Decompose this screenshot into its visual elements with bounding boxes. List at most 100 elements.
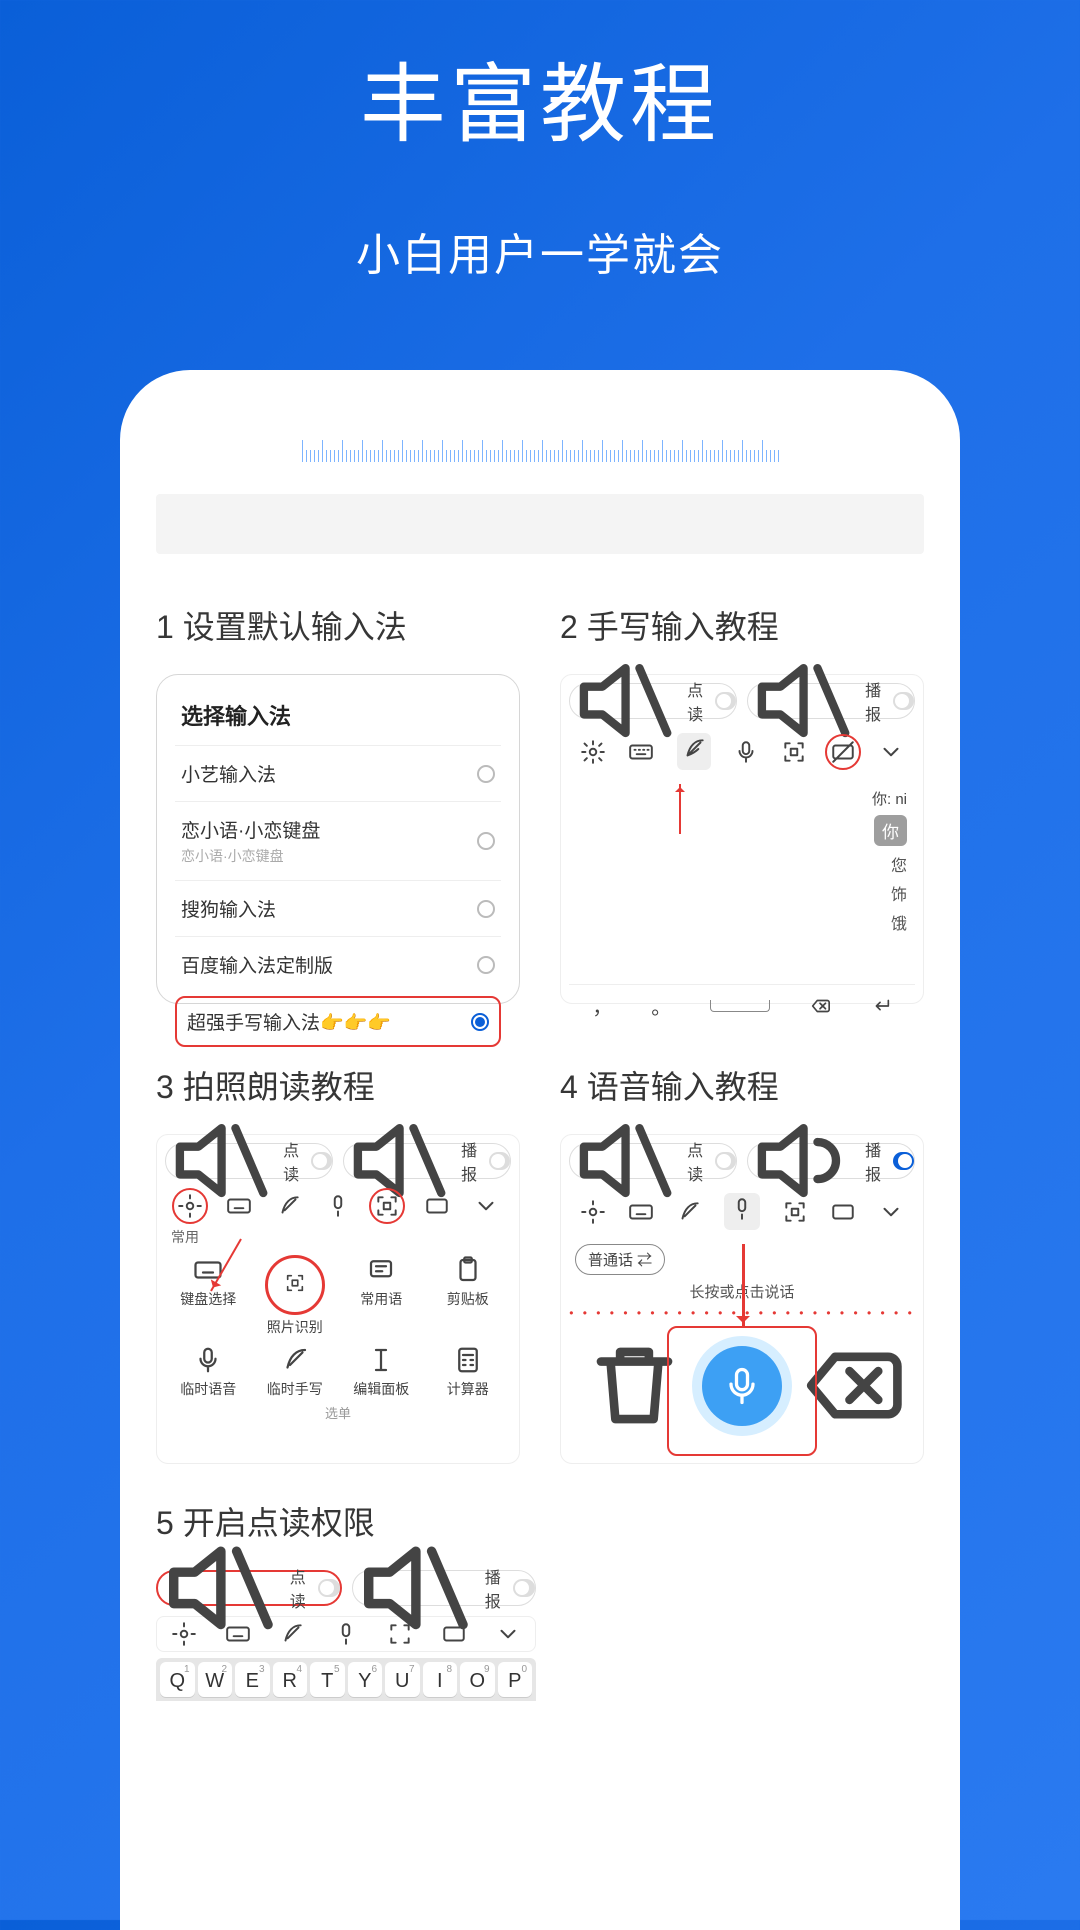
key-t[interactable]: 5T xyxy=(310,1662,345,1697)
switch-icon xyxy=(715,1152,736,1170)
tool-temp-handwrite[interactable]: 临时手写 xyxy=(254,1345,337,1399)
switch-icon xyxy=(715,692,736,710)
feather-icon[interactable] xyxy=(676,1199,702,1225)
toggle-label: 播报 xyxy=(865,677,886,725)
tile-2-title: 2 手写输入教程 xyxy=(560,602,924,648)
candidate[interactable]: 饿 xyxy=(872,910,907,934)
mic-icon xyxy=(193,1345,223,1375)
page-title: 丰富教程 xyxy=(0,0,1080,159)
mic-icon[interactable] xyxy=(333,1621,359,1647)
toggle-label: 点读 xyxy=(283,1137,304,1185)
ime-option[interactable]: 搜狗输入法 xyxy=(175,880,501,936)
chevron-down-icon[interactable] xyxy=(878,1199,904,1225)
scan-icon xyxy=(284,1272,306,1294)
read-toggle-highlighted[interactable]: 点读 xyxy=(156,1570,342,1606)
keyboard-icon[interactable] xyxy=(225,1621,251,1647)
candidate-list: 你: ni 你 您 饰 饿 xyxy=(872,788,907,939)
broadcast-toggle[interactable]: 播报 xyxy=(747,1143,915,1179)
feather-icon[interactable] xyxy=(279,1621,305,1647)
keyboard-icon[interactable] xyxy=(628,739,654,765)
ime-option[interactable]: 恋小语·小恋键盘恋小语·小恋键盘 xyxy=(175,801,501,880)
candidate[interactable]: 您 xyxy=(872,852,907,876)
tutorial-tile-2: 2 手写输入教程 点读 播报 xyxy=(560,574,924,1004)
chevron-down-icon[interactable] xyxy=(495,1621,521,1647)
punct-key[interactable]: 。 xyxy=(651,991,671,1020)
placeholder-bar xyxy=(156,494,924,554)
key-q[interactable]: 1Q xyxy=(160,1662,195,1697)
key-o[interactable]: 9O xyxy=(460,1662,495,1697)
gear-icon[interactable] xyxy=(580,739,606,765)
calculator-icon xyxy=(453,1345,483,1375)
ime-option[interactable]: 百度输入法定制版 xyxy=(175,936,501,992)
cursor-icon xyxy=(366,1345,396,1375)
ime-option-label: 小艺输入法 xyxy=(181,760,276,787)
tool-clipboard[interactable]: 剪贴板 xyxy=(427,1255,510,1337)
read-toggle[interactable]: 点读 xyxy=(569,1143,737,1179)
switch-icon xyxy=(318,1579,340,1597)
keyboard-icon[interactable] xyxy=(226,1193,252,1219)
tool-calculator[interactable]: 计算器 xyxy=(427,1345,510,1399)
radio-icon-selected xyxy=(471,1013,489,1031)
mic-icon[interactable] xyxy=(729,1196,755,1222)
collapse-icon[interactable] xyxy=(441,1621,467,1647)
scan-icon[interactable] xyxy=(782,1199,808,1225)
key-r[interactable]: 4R xyxy=(273,1662,308,1697)
key-u[interactable]: 7U xyxy=(385,1662,420,1697)
tutorial-tile-1: 1 设置默认输入法 选择输入法 小艺输入法 恋小语·小恋键盘恋小语·小恋键盘 搜… xyxy=(156,574,520,1004)
switch-icon xyxy=(311,1152,332,1170)
gear-icon[interactable] xyxy=(580,1199,606,1225)
enter-icon[interactable] xyxy=(870,995,892,1017)
feather-icon[interactable] xyxy=(276,1193,302,1219)
tool-photo-ocr[interactable]: 照片识别 xyxy=(254,1255,337,1337)
feather-icon[interactable] xyxy=(681,736,707,762)
toggle-label: 播报 xyxy=(865,1137,886,1185)
ime-option-label: 搜狗输入法 xyxy=(181,895,276,922)
scan-icon[interactable] xyxy=(387,1621,413,1647)
radio-icon xyxy=(477,956,495,974)
tutorial-tile-3: 3 拍照朗读教程 点读 播报 xyxy=(156,1034,520,1464)
key-y[interactable]: 6Y xyxy=(348,1662,383,1697)
punct-key[interactable]: ， xyxy=(592,991,612,1020)
mic-icon[interactable] xyxy=(325,1193,351,1219)
waveform-decoration xyxy=(150,420,930,480)
toggle-label: 播报 xyxy=(485,1564,507,1612)
candidate[interactable]: 饰 xyxy=(872,881,907,905)
more-label: 选单 xyxy=(165,1403,511,1422)
qwerty-row: 1Q2W3E4R5T6Y7U8I9O0P xyxy=(156,1658,536,1701)
scan-icon[interactable] xyxy=(781,739,807,765)
broadcast-toggle[interactable]: 播报 xyxy=(352,1570,536,1606)
language-chip[interactable]: 普通话 ⇄ xyxy=(575,1244,665,1275)
tool-edit-panel[interactable]: 编辑面板 xyxy=(340,1345,423,1399)
key-p[interactable]: 0P xyxy=(498,1662,533,1697)
key-w[interactable]: 2W xyxy=(198,1662,233,1697)
scan-icon[interactable] xyxy=(374,1193,400,1219)
key-e[interactable]: 3E xyxy=(235,1662,270,1697)
ime-option[interactable]: 小艺输入法 xyxy=(175,745,501,801)
broadcast-toggle[interactable]: 播报 xyxy=(343,1143,511,1179)
chevron-down-icon[interactable] xyxy=(473,1193,499,1219)
mic-icon[interactable] xyxy=(733,739,759,765)
broadcast-toggle[interactable]: 播报 xyxy=(747,683,915,719)
tile-3-title: 3 拍照朗读教程 xyxy=(156,1062,520,1108)
read-toggle[interactable]: 点读 xyxy=(165,1143,333,1179)
backspace-icon[interactable] xyxy=(809,995,831,1017)
gear-icon[interactable] xyxy=(177,1193,203,1219)
collapse-icon[interactable] xyxy=(424,1193,450,1219)
keyboard-icon[interactable] xyxy=(628,1199,654,1225)
tool-keyboard-select[interactable]: 键盘选择 xyxy=(167,1255,250,1337)
gear-icon[interactable] xyxy=(171,1621,197,1647)
space-key[interactable] xyxy=(710,1000,770,1012)
chat-icon xyxy=(366,1255,396,1285)
highlight-arrow xyxy=(742,1244,745,1328)
radio-icon xyxy=(477,832,495,850)
collapse-icon[interactable] xyxy=(830,739,856,765)
collapse-icon[interactable] xyxy=(830,1199,856,1225)
key-i[interactable]: 8I xyxy=(423,1662,458,1697)
candidate-selected[interactable]: 你 xyxy=(874,815,907,846)
tool-temp-voice[interactable]: 临时语音 xyxy=(167,1345,250,1399)
chevron-down-icon[interactable] xyxy=(878,739,904,765)
read-toggle[interactable]: 点读 xyxy=(569,683,737,719)
tool-phrases[interactable]: 常用语 xyxy=(340,1255,423,1337)
keyboard-bottom-row: ， 。 xyxy=(569,984,915,1026)
radio-icon xyxy=(477,765,495,783)
